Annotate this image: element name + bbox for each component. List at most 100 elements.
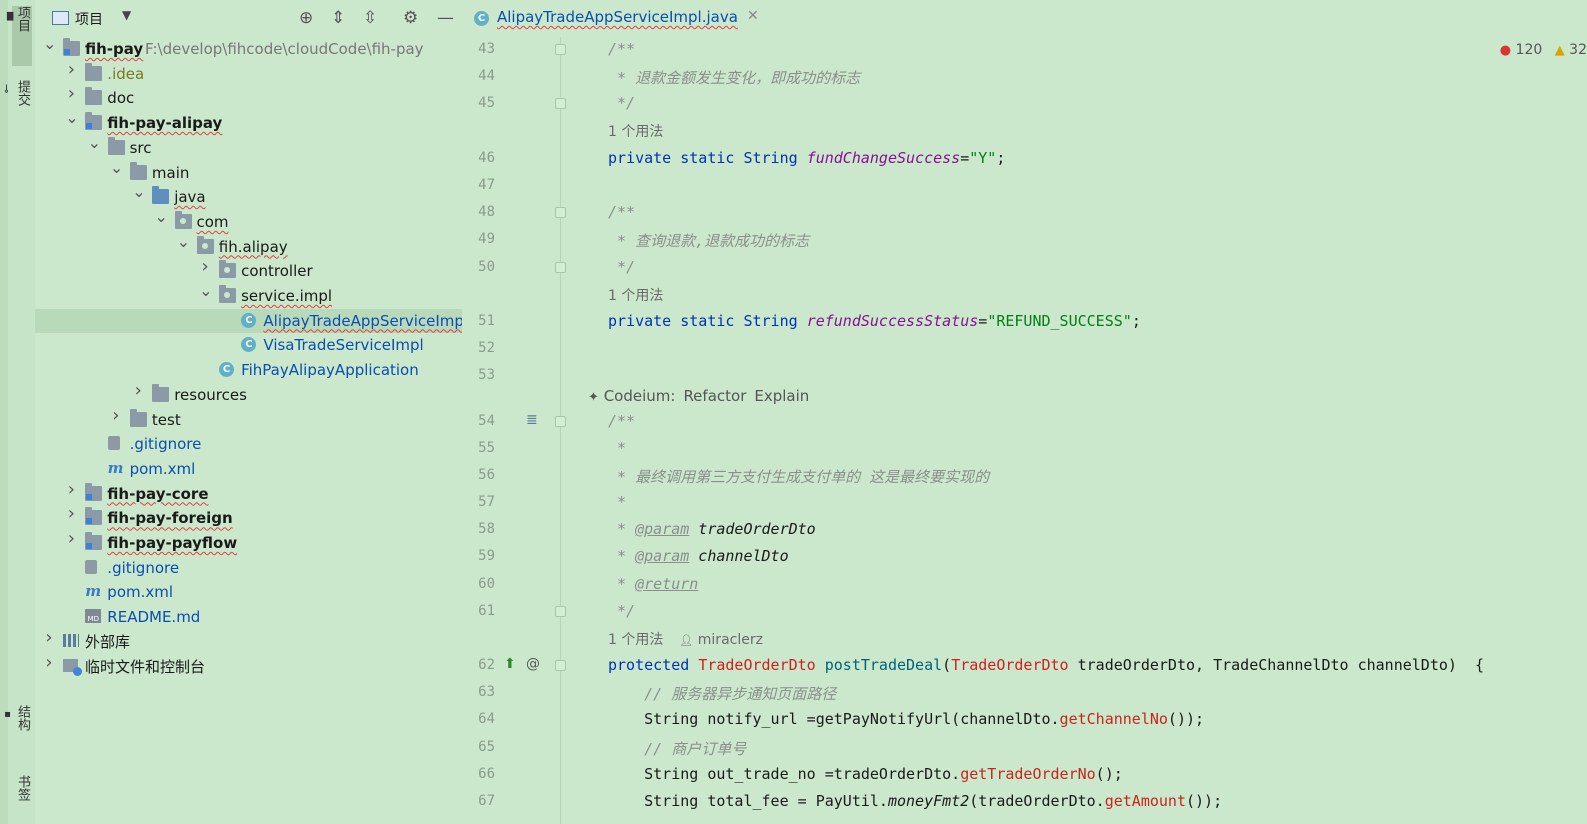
gutter-separator <box>560 37 561 824</box>
tree-item[interactable]: .gitignore <box>35 432 462 456</box>
usage-hint[interactable]: 1 个用法 <box>608 121 663 141</box>
tree-item[interactable]: ⌄ service.impl <box>35 283 462 308</box>
code-line[interactable]: /** <box>608 203 635 221</box>
chevron-down-icon[interactable]: ⌄ <box>199 283 212 299</box>
chevron-down-icon[interactable]: ⌄ <box>43 36 56 52</box>
code-line[interactable]: protected TradeOrderDto postTradeDeal(Tr… <box>608 656 1484 674</box>
chevron-right-icon[interactable]: › <box>110 406 122 424</box>
project-panel-title[interactable]: 项目 <box>75 9 103 29</box>
collapse-all-icon[interactable]: ⇳ <box>363 8 377 28</box>
fold-marker[interactable] <box>555 207 566 218</box>
gear-icon[interactable]: ⚙ <box>403 8 418 28</box>
codeium-refactor-link[interactable]: Refactor <box>683 387 746 405</box>
tree-item[interactable]: ⌄ src <box>35 134 462 160</box>
fold-marker[interactable] <box>555 262 566 273</box>
tree-item[interactable]: › fih-pay-payflow <box>35 530 462 555</box>
chevron-right-icon[interactable]: › <box>65 60 77 78</box>
tool-tab-commit[interactable]: 提交 ⊸ <box>0 80 32 128</box>
tree-item[interactable]: › controller <box>35 258 462 283</box>
tree-item[interactable]: › doc <box>35 85 462 110</box>
tree-item[interactable]: › 临时文件和控制台 <box>35 653 462 679</box>
tree-item[interactable]: ⌄ fih-pay F:\develop\fihcode\cloudCode\fih… <box>35 36 462 61</box>
tree-item[interactable]: ⌄ java <box>35 184 462 209</box>
code-line[interactable]: */ <box>608 602 635 620</box>
code-line[interactable]: /** <box>608 412 635 430</box>
fold-marker[interactable] <box>555 98 566 109</box>
tree-item[interactable]: C VisaTradeServiceImpl <box>35 333 462 357</box>
code-line[interactable]: /** <box>608 40 635 58</box>
code-line[interactable]: // 商户订单号 <box>608 738 746 759</box>
code-line[interactable]: */ <box>608 94 635 112</box>
fold-marker[interactable] <box>555 416 566 427</box>
tree-item-label: FihPayAlipayApplication <box>241 361 419 380</box>
chevron-right-icon[interactable]: › <box>43 653 55 671</box>
code-line[interactable]: String out_trade_no =tradeOrderDto.getTr… <box>608 765 1123 783</box>
tree-item[interactable]: ⌄ main <box>35 159 462 185</box>
tree-item[interactable]: C AlipayTradeAppServiceImp <box>35 308 462 333</box>
tool-tab-structure[interactable]: 结构 ▪ <box>2 705 32 755</box>
annotation-icon[interactable]: @ <box>526 656 540 672</box>
code-line[interactable]: * 最终调用第三方支付生成支付单的 这是最终要实现的 <box>608 466 989 487</box>
code-line[interactable]: * @param tradeOrderDto <box>608 520 816 538</box>
tool-tab-project[interactable]: 项目 ▀ <box>0 6 32 66</box>
chevron-right-icon[interactable]: › <box>65 480 77 498</box>
code-line[interactable]: * @param channelDto <box>608 547 789 565</box>
tree-item[interactable]: › resources <box>35 381 462 407</box>
tree-item[interactable]: › fih-pay-foreign <box>35 505 462 530</box>
module-folder-icon <box>85 507 103 526</box>
tree-item[interactable]: .gitignore <box>35 556 462 580</box>
code-line[interactable]: * <box>608 493 626 511</box>
code-line[interactable]: // 服务器异步通知页面路径 <box>608 683 836 704</box>
fold-marker[interactable] <box>555 44 566 55</box>
chevron-down-icon[interactable]: ⌄ <box>132 184 145 200</box>
chevron-down-icon[interactable]: ⌄ <box>65 110 78 126</box>
tree-item[interactable]: ⌄ fih.alipay <box>35 233 462 259</box>
code-line[interactable]: private static String fundChangeSuccess=… <box>608 149 1005 167</box>
chevron-right-icon[interactable]: › <box>65 85 77 103</box>
code-line[interactable]: */ <box>608 258 635 276</box>
code-line[interactable]: * 退款金额发生变化，即成功的标志 <box>608 67 860 88</box>
chevron-right-icon[interactable]: › <box>132 381 144 399</box>
java-class-icon: C <box>474 11 489 26</box>
tree-item[interactable]: › .idea <box>35 60 462 86</box>
chevron-right-icon[interactable]: › <box>199 258 211 276</box>
inspection-widget[interactable]: ● 120 ▲ 32 <box>1500 42 1587 64</box>
chevron-right-icon[interactable]: › <box>65 505 77 523</box>
close-icon[interactable]: ✕ <box>747 8 759 24</box>
override-icon[interactable]: ⬆ <box>504 656 516 672</box>
code-line[interactable]: * <box>608 439 626 457</box>
tree-item[interactable]: m pom.xml <box>35 580 462 604</box>
fold-marker[interactable] <box>555 660 566 671</box>
chevron-right-icon[interactable]: › <box>65 530 77 548</box>
usage-hint[interactable]: 1 个用法 <box>608 285 663 305</box>
code-line[interactable]: String total_fee = PayUtil.moneyFmt2(tra… <box>608 792 1222 810</box>
tree-item[interactable]: C FihPayAlipayApplication <box>35 358 462 382</box>
editor-tab[interactable]: C AlipayTradeAppServiceImpl.java ✕ <box>472 0 759 35</box>
code-line[interactable]: String notify_url =getPayNotifyUrl(chann… <box>608 710 1204 728</box>
tree-item[interactable]: ⌄ com <box>35 208 462 234</box>
chevron-down-icon[interactable]: ⌄ <box>155 208 168 225</box>
codeium-explain-link[interactable]: Explain <box>754 387 809 405</box>
tree-item[interactable]: MD README.md <box>35 605 462 629</box>
code-line[interactable]: * @return <box>608 575 698 593</box>
tree-item[interactable]: m pom.xml <box>35 457 462 481</box>
author-hint[interactable]: 👤︎ miraclerz <box>679 632 763 648</box>
tree-item[interactable]: › test <box>35 406 462 432</box>
tool-tab-bookmarks[interactable]: 书签 <box>12 775 32 820</box>
expand-all-icon[interactable]: ⇕ <box>331 8 345 28</box>
chevron-down-icon[interactable]: ⌄ <box>88 134 101 151</box>
code-line[interactable]: private static String refundSuccessStatu… <box>608 312 1141 330</box>
chevron-down-icon[interactable]: ▼ <box>122 8 131 22</box>
doc-render-icon[interactable]: ≣ <box>526 412 538 428</box>
chevron-down-icon[interactable]: ⌄ <box>110 159 123 176</box>
code-line[interactable]: * 查询退款,退款成功的标志 <box>608 230 809 251</box>
minimize-icon[interactable]: — <box>437 8 454 28</box>
locate-icon[interactable]: ⊕ <box>299 8 313 28</box>
tree-item[interactable]: › fih-pay-core <box>35 480 462 506</box>
tree-item[interactable]: ⌄ fih-pay-alipay <box>35 110 462 135</box>
usage-hint[interactable]: 1 个用法 👤︎ miraclerz <box>608 629 763 649</box>
fold-marker[interactable] <box>555 606 566 617</box>
chevron-right-icon[interactable]: › <box>43 628 55 646</box>
tree-item[interactable]: › 外部库 <box>35 628 462 654</box>
chevron-down-icon[interactable]: ⌄ <box>177 233 190 250</box>
